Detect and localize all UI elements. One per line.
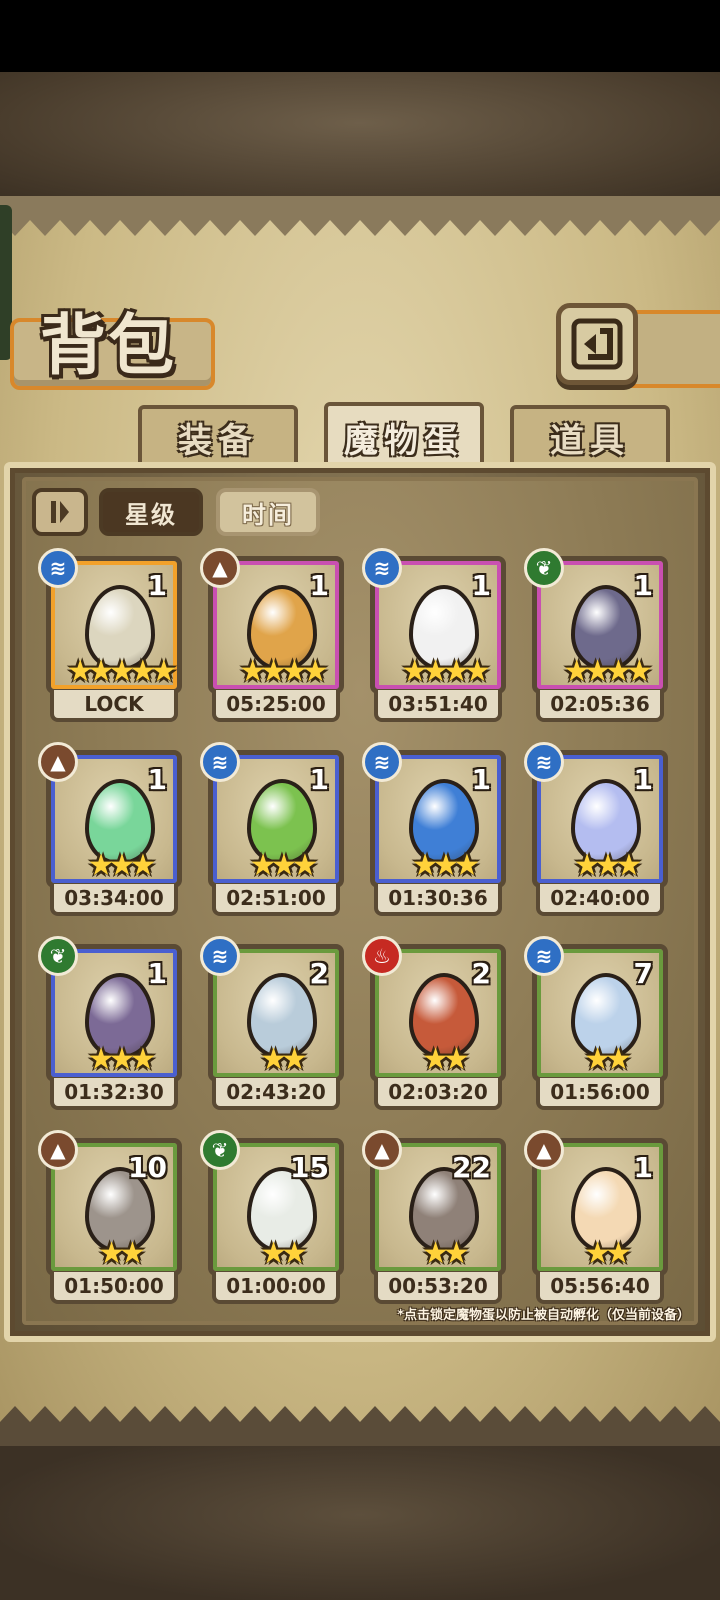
egg-slot[interactable]: 10 ★★ ▲ 01:50:00 <box>38 1130 182 1308</box>
egg-count: 1 <box>309 569 329 602</box>
egg-slot[interactable]: 1 ★★★ ≋ 01:30:36 <box>362 742 506 920</box>
egg-slot[interactable]: 1 ★★★★★ ≋ LOCK <box>38 548 182 726</box>
tab-equipment[interactable]: 装备 <box>138 405 298 469</box>
zigzag-edge-top <box>0 196 720 236</box>
back-arrow-icon <box>571 318 623 370</box>
egg-slot[interactable]: 22 ★★ ▲ 00:53:20 <box>362 1130 506 1308</box>
egg-hatch-timer: LOCK <box>50 690 178 722</box>
egg-count: 1 <box>309 763 329 796</box>
egg-star-rating: ★★★★★ <box>66 654 177 689</box>
egg-star-rating: ★★ <box>584 1236 632 1271</box>
lock-hint-note: *点击锁定魔物蛋以防止被自动孵化（仅当前设备） <box>397 1308 690 1323</box>
egg-hatch-timer: 02:03:20 <box>374 1078 502 1110</box>
egg-hatch-timer: 01:50:00 <box>50 1272 178 1304</box>
egg-slot[interactable]: 1 ★★★ ❦ 01:32:30 <box>38 936 182 1114</box>
egg-hatch-timer: 01:56:00 <box>536 1078 664 1110</box>
egg-hatch-timer: 01:32:30 <box>50 1078 178 1110</box>
tab-items[interactable]: 道具 <box>510 405 670 469</box>
earth-element-icon: ▲ <box>200 548 240 588</box>
egg-slot[interactable]: 7 ★★ ≋ 01:56:00 <box>524 936 668 1114</box>
water-element-icon: ≋ <box>524 936 564 976</box>
egg-star-rating: ★★ <box>422 1042 470 1077</box>
egg-slot[interactable]: 1 ★★★ ▲ 03:34:00 <box>38 742 182 920</box>
egg-hatch-timer: 03:34:00 <box>50 884 178 916</box>
back-button[interactable] <box>556 303 638 385</box>
water-element-icon: ≋ <box>362 548 402 588</box>
nature-element-icon: ❦ <box>524 548 564 588</box>
nature-element-icon: ❦ <box>38 936 78 976</box>
egg-star-rating: ★★ <box>260 1042 308 1077</box>
egg-count: 1 <box>471 569 491 602</box>
egg-hatch-timer: 05:56:40 <box>536 1272 664 1304</box>
status-bar <box>0 0 720 72</box>
earth-element-icon: ▲ <box>38 1130 78 1170</box>
egg-hatch-timer: 02:05:36 <box>536 690 664 722</box>
egg-star-rating: ★★★ <box>411 848 481 883</box>
egg-star-rating: ★★★ <box>249 848 319 883</box>
water-element-icon: ≋ <box>38 548 78 588</box>
sort-order-toggle-button[interactable] <box>32 488 88 536</box>
egg-hatch-timer: 03:51:40 <box>374 690 502 722</box>
water-element-icon: ≋ <box>200 742 240 782</box>
egg-slot[interactable]: 2 ★★ ≋ 02:43:20 <box>200 936 344 1114</box>
egg-count: 2 <box>309 957 329 990</box>
egg-count: 1 <box>471 763 491 796</box>
fire-element-icon: ♨ <box>362 936 402 976</box>
egg-star-rating: ★★ <box>260 1236 308 1271</box>
egg-count: 22 <box>452 1151 491 1184</box>
egg-star-rating: ★★ <box>98 1236 146 1271</box>
egg-count: 2 <box>471 957 491 990</box>
egg-count: 1 <box>147 569 167 602</box>
egg-hatch-timer: 02:43:20 <box>212 1078 340 1110</box>
background-map-top <box>0 72 720 200</box>
sort-by-time-button[interactable]: 时间 <box>216 488 320 536</box>
egg-hatch-timer: 02:51:00 <box>212 884 340 916</box>
egg-star-rating: ★★★★ <box>239 654 329 689</box>
egg-count: 15 <box>290 1151 329 1184</box>
egg-star-rating: ★★★ <box>87 848 157 883</box>
egg-count: 1 <box>633 1151 653 1184</box>
egg-hatch-timer: 01:30:36 <box>374 884 502 916</box>
egg-count: 1 <box>147 763 167 796</box>
egg-count: 1 <box>633 763 653 796</box>
egg-star-rating: ★★★★ <box>563 654 653 689</box>
egg-slot[interactable]: 2 ★★ ♨ 02:03:20 <box>362 936 506 1114</box>
egg-count: 7 <box>633 957 653 990</box>
zigzag-edge-bottom <box>0 1406 720 1446</box>
water-element-icon: ≋ <box>362 742 402 782</box>
egg-slot[interactable]: 1 ★★ ▲ 05:56:40 <box>524 1130 668 1308</box>
egg-slot[interactable]: 1 ★★★ ≋ 02:40:00 <box>524 742 668 920</box>
water-element-icon: ≋ <box>524 742 564 782</box>
egg-count: 1 <box>147 957 167 990</box>
egg-hatch-timer: 05:25:00 <box>212 690 340 722</box>
egg-count: 1 <box>633 569 653 602</box>
earth-element-icon: ▲ <box>362 1130 402 1170</box>
egg-hatch-timer: 00:53:20 <box>374 1272 502 1304</box>
egg-slot[interactable]: 1 ★★★★ ❦ 02:05:36 <box>524 548 668 726</box>
egg-slot[interactable]: 15 ★★ ❦ 01:00:00 <box>200 1130 344 1308</box>
egg-star-rating: ★★★ <box>573 848 643 883</box>
egg-star-rating: ★★ <box>584 1042 632 1077</box>
egg-star-rating: ★★★ <box>87 1042 157 1077</box>
egg-slot[interactable]: 1 ★★★★ ▲ 05:25:00 <box>200 548 344 726</box>
egg-count: 10 <box>128 1151 167 1184</box>
background-map-bottom <box>0 1430 720 1600</box>
sort-by-star-button[interactable]: 星级 <box>99 488 203 536</box>
egg-slot[interactable]: 1 ★★★★ ≋ 03:51:40 <box>362 548 506 726</box>
earth-element-icon: ▲ <box>38 742 78 782</box>
earth-element-icon: ▲ <box>524 1130 564 1170</box>
egg-hatch-timer: 02:40:00 <box>536 884 664 916</box>
egg-hatch-timer: 01:00:00 <box>212 1272 340 1304</box>
water-element-icon: ≋ <box>200 936 240 976</box>
page-title: 背包 <box>40 306 176 384</box>
nature-element-icon: ❦ <box>200 1130 240 1170</box>
egg-slot[interactable]: 1 ★★★ ≋ 02:51:00 <box>200 742 344 920</box>
egg-star-rating: ★★ <box>422 1236 470 1271</box>
sort-order-icon <box>51 501 69 523</box>
egg-star-rating: ★★★★ <box>401 654 491 689</box>
